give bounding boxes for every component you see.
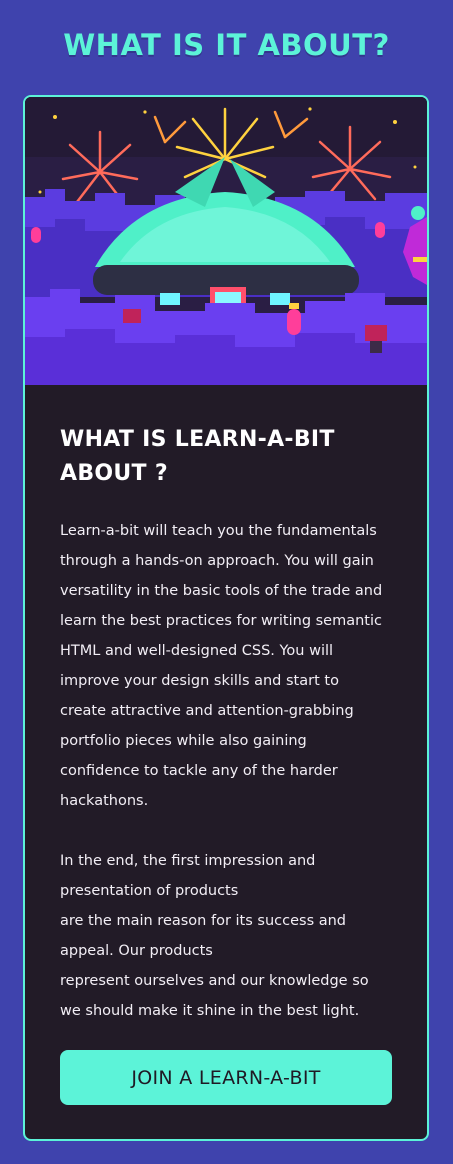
join-learn-a-bit-button[interactable]: JOIN A LEARN-A-BIT — [60, 1050, 392, 1105]
paragraph-line: improve your design skills and start to — [60, 673, 339, 689]
paragraph-line: appeal. Our products — [60, 943, 213, 959]
paragraph-line: hackathons. — [60, 793, 149, 809]
paragraph-line: are the main reason for its success and — [60, 913, 347, 929]
description-paragraph-2: In the end, the first impression and pre… — [60, 846, 405, 1026]
paragraph-line: represent ourselves and our knowledge so — [60, 973, 369, 989]
paragraph-line: HTML and well-designed CSS. You will — [60, 643, 334, 659]
section-title: WHAT IS IT ABOUT? — [63, 28, 390, 62]
about-card: WHAT IS LEARN-A-BIT ABOUT ? Learn-a-bit … — [23, 95, 429, 1141]
paragraph-line: confidence to tackle any of the harder — [60, 763, 338, 779]
paragraph-line: through a hands-on approach. You will ga… — [60, 553, 374, 569]
card-heading: WHAT IS LEARN-A-BIT ABOUT ? — [60, 427, 335, 486]
paragraph-line: portfolio pieces while also gaining — [60, 733, 307, 749]
description-paragraph-1: Learn-a-bit will teach you the fundament… — [60, 516, 405, 816]
paragraph-line: presentation of products — [60, 883, 239, 899]
paragraph-line: create attractive and attention-grabbing — [60, 703, 354, 719]
paragraph-line: learn the best practices for writing sem… — [60, 613, 382, 629]
paragraph-line: versatility in the basic tools of the tr… — [60, 583, 383, 599]
paragraph-line: we should make it shine in the best ligh… — [60, 1003, 360, 1019]
paragraph-line: Learn-a-bit will teach you the fundament… — [60, 523, 377, 539]
paragraph-line: In the end, the first impression and — [60, 853, 316, 869]
festival-illustration — [25, 97, 427, 385]
